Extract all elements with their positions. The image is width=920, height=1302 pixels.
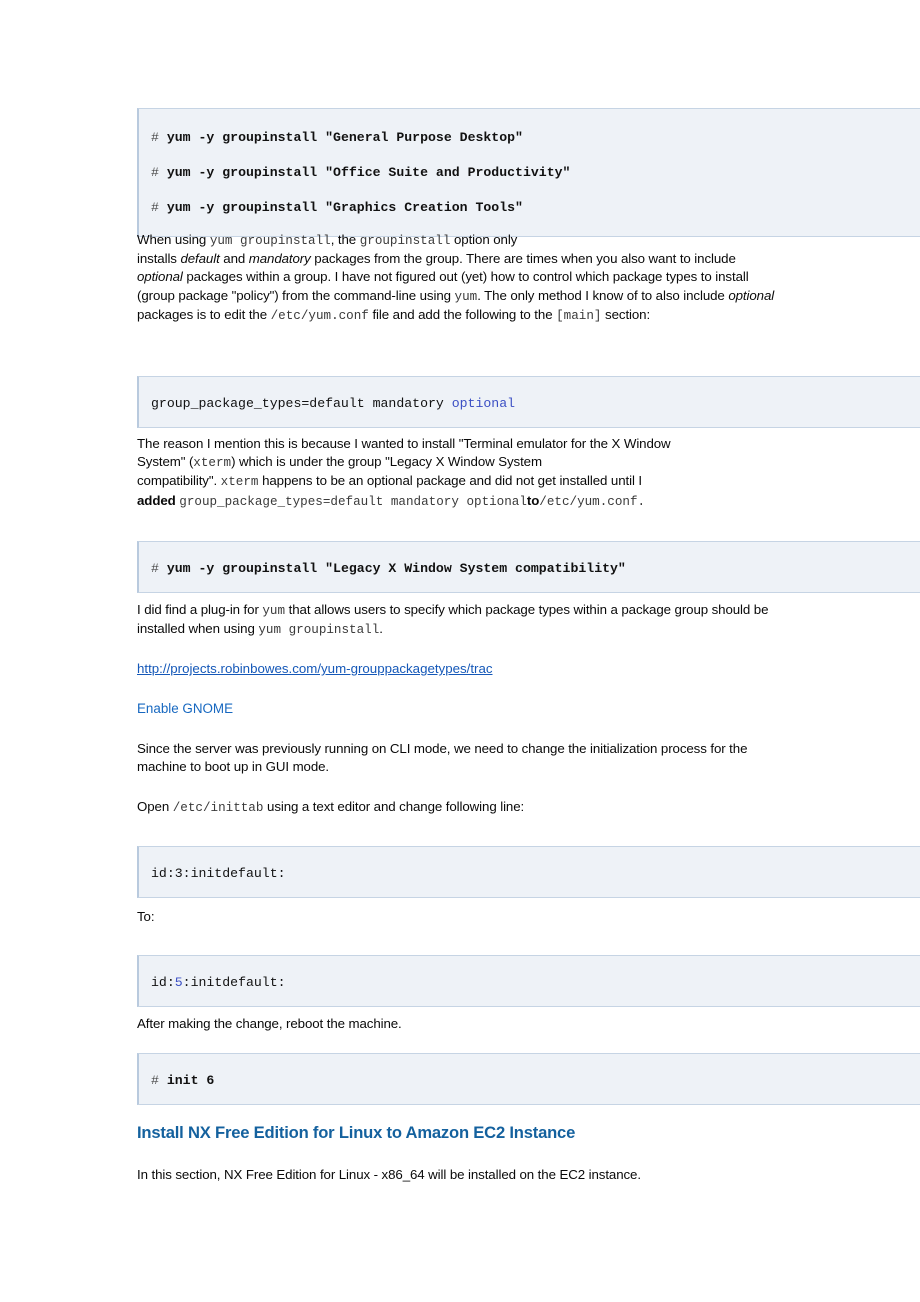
inline-code: yum groupinstall: [258, 623, 380, 638]
code-block-group-package-types: group_package_types=default mandatory op…: [137, 376, 920, 428]
text-run: packages is to edit the: [137, 306, 271, 322]
code-keyword-runlevel: 5: [174, 975, 183, 990]
emphasis-default: default: [180, 251, 220, 267]
text-run: ) which is under the group "Legacy X Win…: [231, 454, 542, 470]
code-line: id:3:initdefault:: [151, 866, 286, 881]
heading-enable-gnome: Enable GNOME: [137, 701, 234, 716]
inline-code-config: group_package_types=default mandatory op…: [179, 494, 527, 509]
code-line: yum -y groupinstall "Graphics Creation T…: [166, 200, 523, 215]
code-block-legacy-x-compatibility: # yum -y groupinstall "Legacy X Window S…: [137, 541, 920, 593]
code-line: yum -y groupinstall "General Purpose Des…: [166, 130, 523, 145]
code-block-groupinstall-commands: # yum -y groupinstall "General Purpose D…: [137, 108, 920, 237]
inline-code: yum groupinstall: [209, 234, 331, 248]
link-yum-grouppackagetypes[interactable]: http://projects.robinbowes.com/yum-group…: [137, 660, 493, 678]
inline-code-path: /etc/yum.conf.: [539, 494, 646, 509]
code-line: group_package_types=default mandatory: [151, 396, 452, 411]
inline-code: groupinstall: [359, 234, 451, 248]
code-block-initdefault-5: id:5:initdefault:: [137, 955, 920, 1007]
inline-code: yum: [454, 289, 478, 304]
paragraph-nx-intro: In this section, NX Free Edition for Lin…: [137, 1167, 641, 1182]
paragraph-plugin: I did find a plug-in for yum that allows…: [137, 601, 777, 639]
shell-prompt-icon: #: [151, 200, 159, 215]
inline-code: yum: [262, 604, 286, 618]
paragraph-to-label: To:: [137, 909, 155, 924]
code-line: yum -y groupinstall "Office Suite and Pr…: [166, 165, 571, 180]
code-line: init 6: [166, 1073, 215, 1088]
inline-code-path: /etc/yum.conf: [270, 308, 369, 323]
code-block-initdefault-3: id:3:initdefault:: [137, 846, 920, 898]
inline-code-section: [main]: [556, 308, 602, 323]
text-run: installs: [137, 251, 181, 267]
paragraph-xterm-explanation: The reason I mention this is because I w…: [137, 435, 777, 511]
text-run: System" (: [137, 454, 194, 470]
shell-prompt-icon: #: [151, 165, 159, 180]
paragraph-cli-mode: Since the server was previously running …: [137, 741, 748, 775]
emphasis-optional: optional: [137, 269, 183, 285]
text-run: .: [379, 621, 383, 637]
shell-prompt-icon: #: [151, 1073, 159, 1088]
code-line: id:: [151, 975, 175, 990]
text-run: section:: [601, 306, 651, 322]
code-keyword-optional: optional: [451, 396, 516, 411]
text-run: and: [219, 251, 249, 267]
paragraph-reboot: After making the change, reboot the mach…: [137, 1016, 402, 1031]
text-run: Open: [137, 799, 173, 814]
emphasis-optional: optional: [728, 287, 775, 303]
code-line: :initdefault:: [182, 975, 286, 990]
text-run: . The only method I know of to also incl…: [477, 287, 729, 303]
inline-code-xterm: xterm: [220, 475, 259, 490]
text-run: compatibility".: [137, 473, 221, 489]
code-line: yum -y groupinstall "Legacy X Window Sys…: [166, 561, 626, 576]
text-run: The reason I mention this is because I w…: [137, 436, 671, 451]
code-block-init6: # init 6: [137, 1053, 920, 1105]
text-run-bold: added: [137, 492, 180, 508]
emphasis-mandatory: mandatory: [248, 251, 311, 267]
inline-code-xterm: xterm: [193, 456, 232, 471]
paragraph-groupinstall-explanation: When using yum groupinstall, the groupin…: [137, 231, 777, 325]
shell-prompt-icon: #: [151, 561, 159, 576]
text-run: option only: [450, 232, 518, 247]
text-run: file and add the following to the: [368, 306, 557, 322]
text-run: packages from the group. There are times…: [310, 251, 736, 267]
text-run-bold: to: [526, 492, 540, 508]
text-run: I did find a plug-in for: [137, 602, 263, 617]
heading-install-nx-free-edition: Install NX Free Edition for Linux to Ama…: [137, 1123, 576, 1142]
paragraph-open-inittab: Open /etc/inittab using a text editor an…: [137, 798, 777, 817]
text-run: , the: [330, 232, 360, 247]
text-run: happens to be an optional package and di…: [258, 473, 643, 489]
text-run: When using: [137, 232, 210, 247]
inline-code-path: /etc/inittab: [172, 801, 264, 815]
text-run: using a text editor and change following…: [263, 799, 525, 814]
shell-prompt-icon: #: [151, 130, 159, 145]
